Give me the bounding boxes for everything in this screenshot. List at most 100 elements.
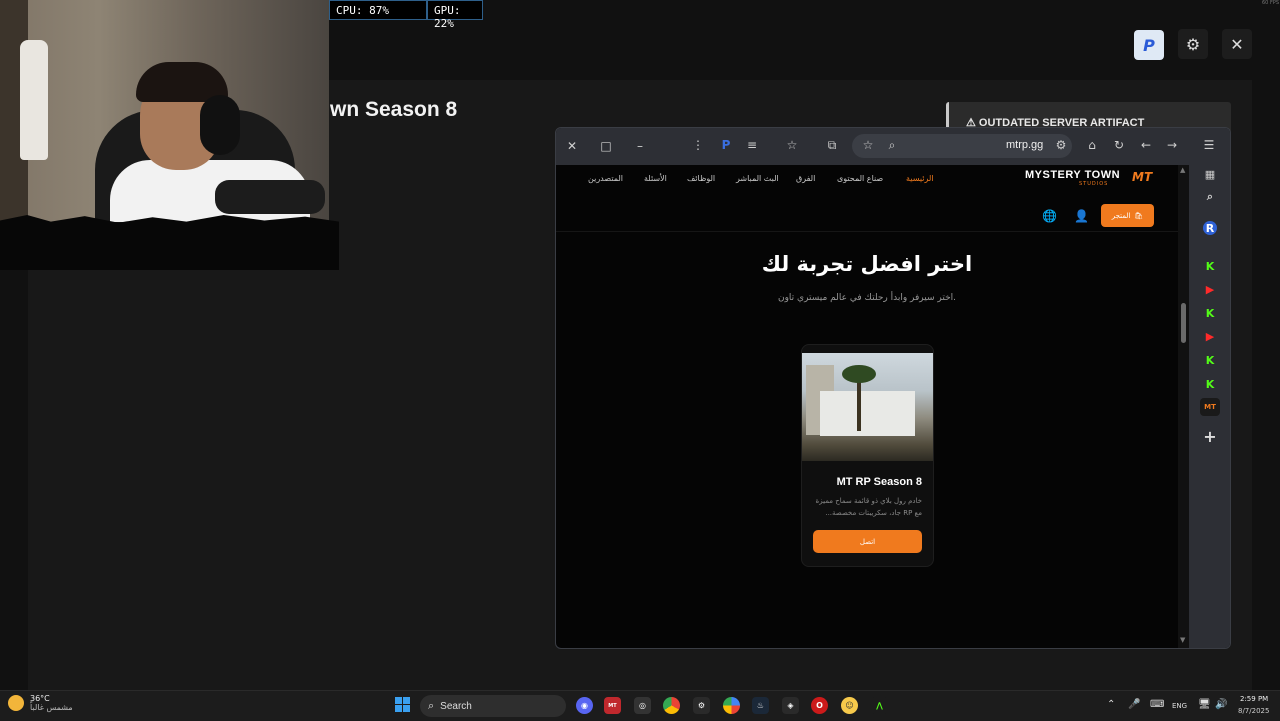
rockstar-icon[interactable]: ◈: [782, 697, 799, 714]
home-icon[interactable]: ⌂: [1084, 138, 1100, 152]
server-card-description: خادم رول بلاي ذو قائمة سماح مميزة مع RP …: [815, 497, 922, 517]
cpu-stat: CPU: 87%: [329, 0, 427, 20]
hero-subtitle: اختر سيرفر وابدأ رحلتك في عالم ميستري تا…: [777, 293, 957, 303]
avatar[interactable]: P: [1134, 30, 1164, 60]
weather-desc: مشمس غالباً: [30, 703, 73, 712]
url-text[interactable]: mtrp.gg: [1006, 139, 1043, 151]
torn-edge-decoration: [0, 215, 339, 270]
language-indicator[interactable]: ENG: [1172, 702, 1187, 710]
steam-icon[interactable]: ♨: [752, 697, 769, 714]
maximize-icon[interactable]: □: [598, 139, 614, 153]
start-tile: [395, 705, 402, 712]
search-icon[interactable]: ⌕: [884, 138, 900, 153]
start-tile: [403, 705, 410, 712]
nav-teams[interactable]: الفرق: [796, 174, 815, 183]
server-title: wn Season 8: [330, 98, 458, 121]
close-icon[interactable]: ✕: [1222, 29, 1252, 59]
clock-date[interactable]: 8/7/2025: [1238, 707, 1269, 715]
kick-icon[interactable]: K: [1200, 351, 1220, 369]
scrollbar-thumb[interactable]: [1181, 303, 1186, 343]
user-icon[interactable]: 👤: [1074, 209, 1089, 223]
opera-icon[interactable]: O: [811, 697, 828, 714]
webcam-feed: [0, 0, 329, 222]
server-card-image: [802, 353, 933, 461]
hero-title: اختر افضل تجربة لك: [761, 252, 973, 276]
menu-icon[interactable]: ⋮: [690, 138, 706, 152]
image-building: [820, 391, 915, 436]
scroll-up-icon[interactable]: ▲: [1180, 166, 1185, 174]
fivem-icon[interactable]: ⋀: [871, 697, 888, 714]
media-icon[interactable]: ≡: [744, 138, 760, 152]
search-label: Search: [440, 700, 472, 712]
start-tile: [395, 697, 402, 704]
close-icon[interactable]: ✕: [564, 139, 580, 153]
search-icon: ⌕: [428, 699, 435, 712]
webcam-coat: [20, 40, 48, 160]
tray-overflow-icon[interactable]: ⌃: [1107, 699, 1115, 710]
extension-p-icon[interactable]: P: [718, 138, 734, 152]
nav-creators[interactable]: صناع المحتوى: [837, 174, 883, 183]
search-panel-icon[interactable]: ⌕: [1200, 188, 1220, 206]
nav-leaders[interactable]: المتصدرين: [588, 174, 623, 183]
keyboard-icon[interactable]: ⌨: [1150, 699, 1164, 710]
start-button[interactable]: [395, 697, 411, 713]
webcam-headphones: [200, 95, 240, 155]
minimize-icon[interactable]: –: [632, 139, 648, 153]
nav-live[interactable]: البث المباشر: [736, 174, 779, 183]
volume-icon[interactable]: 🔊: [1215, 699, 1227, 710]
kick-icon[interactable]: K: [1200, 304, 1220, 322]
star-icon[interactable]: ☆: [860, 138, 876, 152]
server-card-title: MT RP Season 8: [836, 476, 922, 488]
store-button[interactable]: المتجر 🛍: [1101, 204, 1154, 227]
globe-icon[interactable]: 🌐: [1042, 209, 1057, 223]
nav-faq[interactable]: الأسئلة: [644, 174, 667, 183]
sun-icon: [8, 695, 24, 711]
image-palm-leaves: [842, 365, 876, 383]
brand-name[interactable]: MYSTERY TOWN: [1025, 169, 1120, 181]
browser-window: ✕ □ – ⋮ P ≡ ☆ ⧉ ☆ ⌕ mtrp.gg ⚙ ⌂ ↻ ← → ☰ …: [555, 127, 1231, 649]
extensions-icon[interactable]: ⧉: [824, 138, 840, 153]
sidebar-toggle-icon[interactable]: ☰: [1201, 138, 1217, 152]
server-card[interactable]: MT RP Season 8 خادم رول بلاي ذو قائمة سم…: [801, 344, 934, 567]
back-icon[interactable]: ←: [1138, 138, 1154, 152]
youtube-icon[interactable]: ▶: [1200, 280, 1220, 298]
chrome-alt-icon[interactable]: [723, 697, 740, 714]
steamvr-icon[interactable]: ⚙: [693, 697, 710, 714]
emoji-app-icon[interactable]: ☺: [841, 697, 858, 714]
scroll-down-icon[interactable]: ▼: [1180, 636, 1185, 644]
mt-app-icon[interactable]: MT: [1200, 398, 1220, 416]
weather-widget[interactable]: 36°C مشمس غالباً: [8, 694, 73, 712]
taskbar-search[interactable]: ⌕ Search: [420, 695, 566, 717]
forward-icon[interactable]: →: [1164, 138, 1180, 152]
page-scrollbar[interactable]: [1178, 165, 1189, 648]
reload-icon[interactable]: ↻: [1111, 138, 1127, 152]
sidebar-app-r-icon[interactable]: R: [1203, 221, 1217, 235]
network-icon[interactable]: 🖥: [1198, 699, 1211, 710]
app-icon[interactable]: ◎: [634, 697, 651, 714]
connect-button[interactable]: اتصل: [813, 530, 922, 553]
clock-time[interactable]: 2:59 PM: [1240, 695, 1268, 703]
bookmark-add-icon[interactable]: ☆: [784, 138, 800, 152]
add-panel-icon[interactable]: +: [1200, 427, 1220, 446]
kick-icon[interactable]: K: [1200, 257, 1220, 275]
kick-icon[interactable]: K: [1200, 375, 1220, 393]
brand-subtitle: STUDIOS: [1079, 181, 1109, 187]
nav-jobs[interactable]: الوظائف: [687, 174, 715, 183]
gear-icon[interactable]: ⚙: [1178, 29, 1208, 59]
mic-icon[interactable]: 🎤: [1128, 699, 1140, 710]
brand-logo[interactable]: MT: [1132, 170, 1152, 184]
nav-home[interactable]: الرئيسية: [906, 174, 934, 183]
chrome-icon[interactable]: [663, 697, 680, 714]
start-tile: [403, 697, 410, 704]
perf-overlay: CPU: 87% GPU: 22%: [329, 0, 483, 30]
store-label: المتجر: [1111, 211, 1131, 220]
news-app-icon[interactable]: MT: [604, 697, 621, 714]
weather-temp: 36°C: [30, 694, 50, 703]
gpu-stat: GPU: 22%: [427, 0, 483, 30]
cart-icon: 🛍: [1134, 211, 1144, 220]
youtube-icon[interactable]: ▶: [1200, 327, 1220, 345]
site-settings-icon[interactable]: ⚙: [1053, 138, 1069, 152]
grid-icon[interactable]: ▦: [1200, 165, 1220, 183]
discord-icon[interactable]: ◉: [576, 697, 593, 714]
webcam-microphone: [215, 180, 325, 214]
